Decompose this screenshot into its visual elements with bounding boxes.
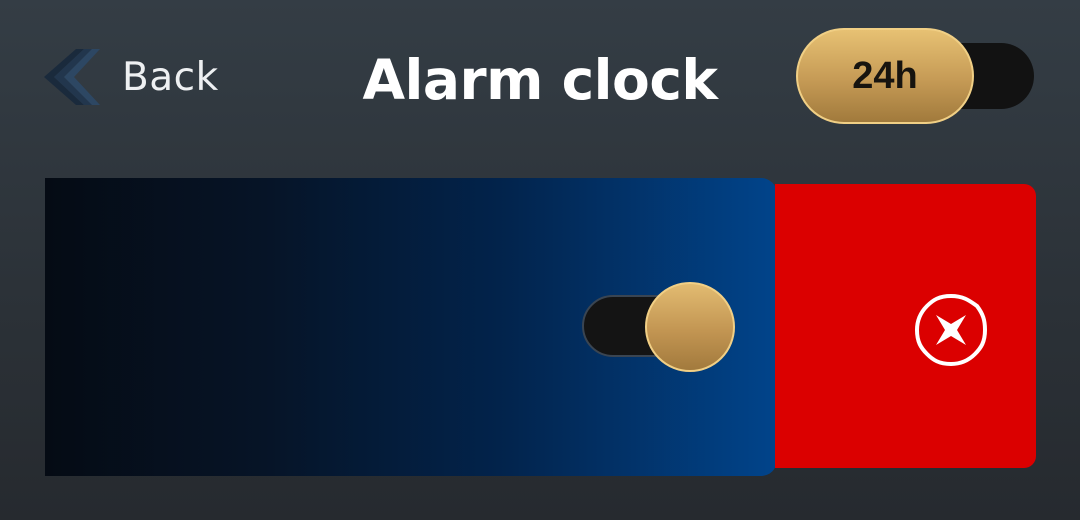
alarm-time: 9	[45, 248, 47, 358]
time-format-toggle[interactable]: 24h	[796, 28, 1040, 128]
back-label: Back	[122, 54, 219, 100]
alarm-enable-toggle[interactable]	[582, 282, 738, 374]
alarm-row[interactable]: 9	[45, 178, 777, 476]
double-chevron-left-icon	[42, 45, 100, 109]
delete-alarm-button[interactable]	[913, 292, 989, 368]
alarm-toggle-knob	[645, 282, 735, 372]
delete-panel	[775, 184, 1036, 468]
time-format-knob: 24h	[796, 28, 974, 124]
back-button[interactable]: Back	[42, 44, 219, 110]
page-title: Alarm clock	[362, 48, 718, 112]
time-format-label: 24h	[852, 54, 918, 97]
header-bar: Back Alarm clock 24h	[0, 0, 1080, 160]
close-circle-icon	[913, 292, 989, 368]
